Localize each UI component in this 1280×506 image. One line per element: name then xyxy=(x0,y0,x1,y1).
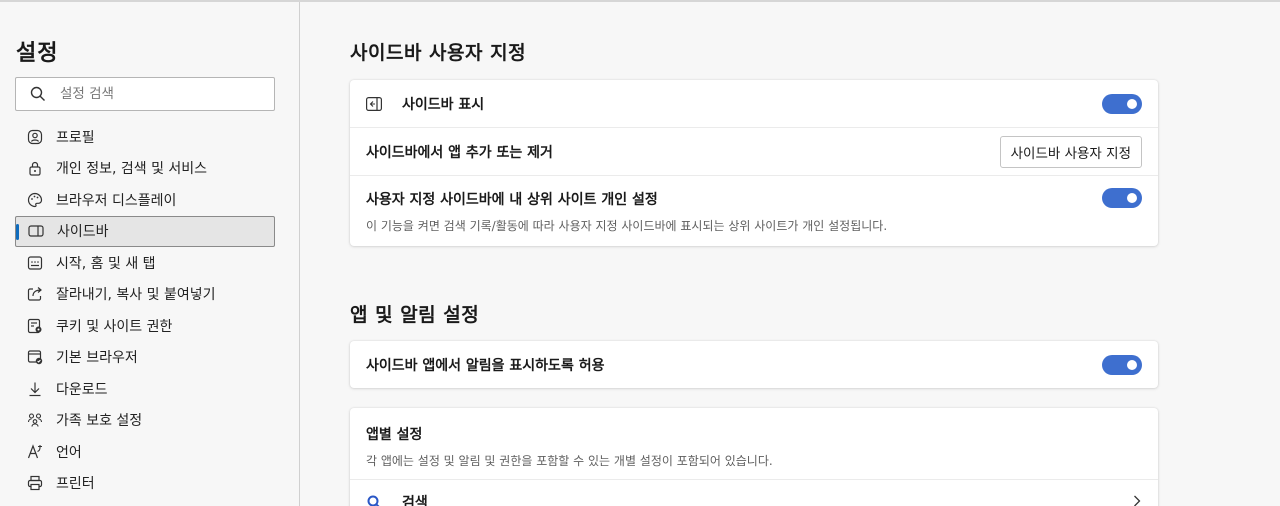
nav-item-start-home[interactable]: 시작, 홈 및 새 탭 xyxy=(15,247,275,279)
nav-item-downloads[interactable]: 다운로드 xyxy=(15,373,275,405)
settings-nav: 프로필 개인 정보, 검색 및 서비스 브라우저 디스플레이 사이드바 시작, … xyxy=(15,121,275,499)
nav-item-privacy[interactable]: 개인 정보, 검색 및 서비스 xyxy=(15,153,275,185)
settings-title: 설정 xyxy=(16,41,59,66)
printer-icon xyxy=(25,473,45,493)
add-remove-apps-row: 사이드바에서 앱 추가 또는 제거 사이드바 사용자 지정 xyxy=(350,128,1158,176)
default-browser-icon xyxy=(25,347,45,367)
allow-notifications-toggle[interactable] xyxy=(1102,354,1142,375)
personalize-top-sites-toggle[interactable] xyxy=(1102,188,1142,208)
per-app-settings-header: 앱별 설정 각 앱에는 설정 및 알림 및 권한을 포함할 수 있는 개별 설정… xyxy=(350,408,1158,480)
chevron-right-icon xyxy=(1132,493,1142,506)
app-row-search[interactable]: 검색 xyxy=(350,480,1158,506)
profile-icon xyxy=(25,127,45,147)
lock-icon xyxy=(25,158,45,178)
sidebar-icon xyxy=(26,221,46,241)
palette-icon xyxy=(25,190,45,210)
settings-search-input[interactable] xyxy=(60,86,260,102)
nav-item-family-safety[interactable]: 가족 보호 설정 xyxy=(15,405,275,437)
per-app-settings-card: 앱별 설정 각 앱에는 설정 및 알림 및 권한을 포함할 수 있는 개별 설정… xyxy=(350,408,1158,506)
nav-item-label: 쿠키 및 사이트 권한 xyxy=(56,318,173,335)
nav-item-label: 사이드바 xyxy=(57,224,109,241)
nav-item-label: 프로필 xyxy=(56,129,95,146)
new-tab-icon xyxy=(25,253,45,273)
personalize-top-sites-description: 이 기능을 켜면 검색 기록/활동에 따라 사용자 지정 사이드바에 표시되는 … xyxy=(366,218,888,233)
allow-notifications-label: 사이드바 앱에서 알림을 표시하도록 허용 xyxy=(366,357,605,374)
show-sidebar-icon xyxy=(366,96,384,111)
nav-item-printers[interactable]: 프린터 xyxy=(15,468,275,500)
nav-item-sidebar[interactable]: 사이드바 xyxy=(15,215,275,247)
personalize-top-sites-label: 사용자 지정 사이드바에 내 상위 사이트 개인 설정 xyxy=(366,191,658,208)
nav-item-label: 브라우저 디스플레이 xyxy=(56,192,177,209)
nav-item-profiles[interactable]: 프로필 xyxy=(15,121,275,153)
show-sidebar-row: 사이드바 표시 xyxy=(350,80,1158,128)
show-sidebar-toggle[interactable] xyxy=(1102,93,1142,114)
section-title-app-notifications: 앱 및 알림 설정 xyxy=(350,304,480,326)
nav-item-share-copy-paste[interactable]: 잘라내기, 복사 및 붙여넣기 xyxy=(15,279,275,311)
per-app-settings-description: 각 앱에는 설정 및 알림 및 권한을 포함할 수 있는 개별 설정이 포함되어… xyxy=(366,454,773,468)
search-app-icon xyxy=(366,494,384,506)
show-sidebar-label: 사이드바 표시 xyxy=(402,96,485,113)
site-permissions-icon xyxy=(25,316,45,336)
nav-item-label: 기본 브라우저 xyxy=(56,350,138,367)
language-icon xyxy=(25,442,45,462)
nav-item-appearance[interactable]: 브라우저 디스플레이 xyxy=(15,184,275,216)
customize-sidebar-card: 사이드바 표시 사이드바에서 앱 추가 또는 제거 사이드바 사용자 지정 사용… xyxy=(350,80,1158,246)
add-remove-apps-label: 사이드바에서 앱 추가 또는 제거 xyxy=(366,144,553,161)
nav-item-label: 개인 정보, 검색 및 서비스 xyxy=(56,161,208,178)
nav-item-languages[interactable]: 언어 xyxy=(15,436,275,468)
nav-item-cookies[interactable]: 쿠키 및 사이트 권한 xyxy=(15,310,275,342)
nav-item-label: 시작, 홈 및 새 탭 xyxy=(56,255,156,272)
nav-item-label: 언어 xyxy=(56,444,82,461)
personalize-top-sites-row: 사용자 지정 사이드바에 내 상위 사이트 개인 설정 이 기능을 켜면 검색 … xyxy=(350,176,1158,246)
notifications-card: 사이드바 앱에서 알림을 표시하도록 허용 xyxy=(350,341,1158,388)
share-icon xyxy=(25,284,45,304)
app-name-label: 검색 xyxy=(402,495,428,506)
family-icon xyxy=(25,410,45,430)
settings-search-box[interactable] xyxy=(15,77,275,111)
nav-item-label: 다운로드 xyxy=(56,381,108,398)
download-icon xyxy=(25,379,45,399)
nav-item-label: 프린터 xyxy=(56,476,95,493)
nav-item-label: 잘라내기, 복사 및 붙여넣기 xyxy=(56,287,216,304)
search-icon xyxy=(16,86,60,102)
settings-main: 사이드바 사용자 지정 사이드바 표시 사이드바에서 앱 추가 또는 제거 사이… xyxy=(301,2,1280,506)
section-title-customize-sidebar: 사이드바 사용자 지정 xyxy=(350,42,527,64)
customize-sidebar-button[interactable]: 사이드바 사용자 지정 xyxy=(999,135,1142,168)
nav-item-label: 가족 보호 설정 xyxy=(56,413,143,430)
per-app-settings-label: 앱별 설정 xyxy=(366,427,423,443)
allow-notifications-row: 사이드바 앱에서 알림을 표시하도록 허용 xyxy=(350,341,1158,388)
nav-item-default-browser[interactable]: 기본 브라우저 xyxy=(15,342,275,374)
settings-sidebar: 설정 프로필 개인 정보, 검색 및 서비스 브라우저 디스플레이 xyxy=(0,2,300,506)
